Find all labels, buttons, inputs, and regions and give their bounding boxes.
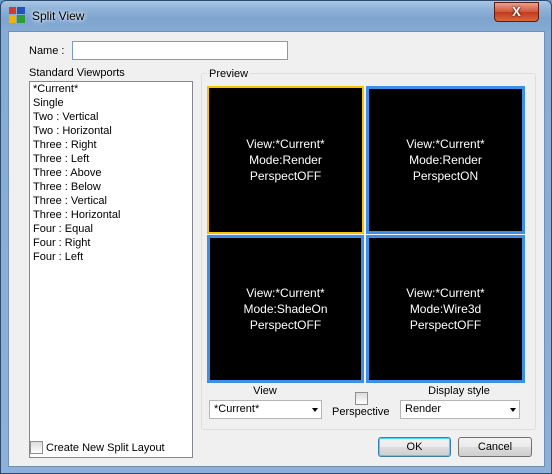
display-style-dropdown[interactable]: Render: [400, 400, 520, 419]
app-icon: [9, 7, 25, 23]
ok-button[interactable]: OK: [378, 437, 451, 457]
standard-viewports-label: Standard Viewports: [29, 67, 125, 79]
chevron-down-icon: [510, 408, 516, 412]
display-style-dropdown-value: Render: [405, 403, 442, 415]
preview-pane-bottom-left[interactable]: View:*Current* Mode:ShadeOn PerspectOFF: [207, 235, 364, 383]
viewport-item[interactable]: Three : Left: [30, 152, 192, 166]
create-new-split-layout-label: Create New Split Layout: [46, 442, 165, 454]
viewport-item[interactable]: Two : Horizontal: [30, 124, 192, 138]
title-bar[interactable]: Split View X: [1, 1, 551, 29]
perspective-checkbox[interactable]: [355, 392, 368, 405]
view-label: View: [253, 385, 277, 397]
pane-persp-text: PerspectOFF: [409, 318, 482, 332]
name-label: Name :: [29, 45, 65, 57]
pane-mode-text: Mode:Render: [249, 153, 322, 167]
preview-label: Preview: [207, 68, 251, 80]
viewport-item[interactable]: *Current*: [30, 82, 192, 96]
name-input[interactable]: [72, 41, 288, 60]
chevron-down-icon: [312, 408, 318, 412]
create-new-split-layout-checkbox[interactable]: [30, 441, 43, 454]
close-icon: X: [512, 4, 521, 19]
pane-view-text: View:*Current*: [406, 137, 485, 151]
view-dropdown-value: *Current*: [214, 403, 260, 415]
pane-mode-text: Mode:Wire3d: [409, 302, 482, 316]
window-title: Split View: [32, 9, 85, 23]
split-view-window: Split View X Name : Standard Viewports *…: [0, 0, 552, 474]
pane-persp-text: PerspectOFF: [249, 169, 322, 183]
pane-persp-text: PerspectOFF: [249, 318, 322, 332]
viewport-item[interactable]: Three : Right: [30, 138, 192, 152]
pane-persp-text: PerspectON: [412, 169, 479, 183]
dialog-body: Name : Standard Viewports *Current* Sing…: [8, 31, 545, 467]
viewport-item[interactable]: Two : Vertical: [30, 110, 192, 124]
pane-view-text: View:*Current*: [246, 286, 325, 300]
viewport-item[interactable]: Four : Left: [30, 250, 192, 264]
pane-mode-text: Mode:Render: [409, 153, 482, 167]
perspective-label: Perspective: [332, 406, 390, 418]
preview-pane-top-left[interactable]: View:*Current* Mode:Render PerspectOFF: [207, 86, 364, 234]
close-button[interactable]: X: [494, 2, 539, 22]
viewport-item[interactable]: Three : Horizontal: [30, 208, 192, 222]
view-dropdown[interactable]: *Current*: [209, 400, 322, 419]
pane-view-text: View:*Current*: [406, 286, 485, 300]
standard-viewports-list[interactable]: *Current* Single Two : Vertical Two : Ho…: [29, 81, 193, 458]
viewport-item[interactable]: Single: [30, 96, 192, 110]
viewport-item[interactable]: Three : Vertical: [30, 194, 192, 208]
pane-mode-text: Mode:ShadeOn: [243, 302, 328, 316]
display-style-label: Display style: [428, 385, 490, 397]
viewport-item[interactable]: Four : Equal: [30, 222, 192, 236]
viewport-item[interactable]: Four : Right: [30, 236, 192, 250]
preview-pane-bottom-right[interactable]: View:*Current* Mode:Wire3d PerspectOFF: [366, 235, 525, 383]
cancel-button[interactable]: Cancel: [458, 437, 532, 457]
viewport-item[interactable]: Three : Below: [30, 180, 192, 194]
preview-pane-top-right[interactable]: View:*Current* Mode:Render PerspectON: [366, 86, 525, 234]
pane-view-text: View:*Current*: [246, 137, 325, 151]
viewport-item[interactable]: Three : Above: [30, 166, 192, 180]
